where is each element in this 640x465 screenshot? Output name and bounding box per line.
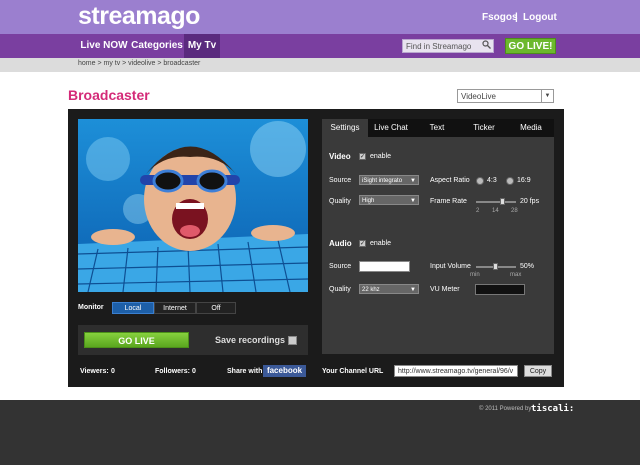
channel-url-label: Your Channel URL	[322, 368, 384, 375]
audio-quality-value: 22 khz	[362, 287, 380, 293]
monitor-label: Monitor	[78, 304, 104, 311]
vu-meter	[475, 284, 525, 295]
footer-copyright: © 2011 Powered by	[479, 406, 532, 412]
followers-count: 0	[192, 368, 196, 375]
save-recordings-checkbox[interactable]	[288, 336, 297, 345]
frame-rate-tick-max: 28	[511, 208, 518, 214]
video-source-value: iSight integrato	[362, 178, 403, 184]
input-volume-max: max	[510, 272, 522, 278]
share-label: Share with	[227, 368, 263, 375]
tab-ticker[interactable]: Ticker	[460, 119, 508, 137]
aspect-4-3-radio[interactable]	[476, 177, 484, 185]
monitor-off-button[interactable]: Off	[196, 302, 236, 314]
nav-item-my-tv[interactable]: My Tv	[184, 34, 220, 58]
copy-url-button[interactable]: Copy	[524, 365, 552, 377]
vu-meter-label: VU Meter	[430, 286, 460, 293]
tab-text[interactable]: Text	[414, 119, 460, 137]
monitor-local-button[interactable]: Local	[112, 302, 154, 314]
video-enable-label: enable	[370, 153, 392, 160]
aspect-4-3-label: 4:3	[487, 177, 497, 184]
go-live-top-button[interactable]: GO LIVE!	[505, 38, 556, 54]
tiscali-logo[interactable]: tiscali:	[531, 404, 574, 414]
user-name-link[interactable]: Fsogos	[482, 12, 518, 23]
audio-enable-checkbox[interactable]: ✓	[359, 240, 366, 247]
video-quality-label: Quality	[329, 198, 351, 205]
viewers-label: Viewers:	[80, 368, 109, 375]
audio-source-input[interactable]	[359, 261, 410, 272]
frame-rate-tick-mid: 14	[492, 208, 499, 214]
audio-heading: Audio	[329, 239, 352, 248]
video-enable-checkbox[interactable]: ✓	[359, 153, 366, 160]
search-icon[interactable]	[480, 40, 493, 52]
video-quality-select[interactable]: High ▼	[359, 195, 419, 205]
video-quality-value: High	[362, 198, 375, 204]
input-volume-slider-handle[interactable]	[493, 263, 498, 270]
page-title: Broadcaster	[68, 87, 150, 103]
frame-rate-slider-handle[interactable]	[500, 198, 505, 205]
video-source-label: Source	[329, 177, 352, 184]
channel-select-value: VideoLive	[461, 92, 496, 101]
audio-enable-label: enable	[370, 240, 392, 247]
frame-rate-slider[interactable]	[476, 201, 516, 203]
save-recordings-label: Save recordings	[215, 335, 286, 345]
monitor-internet-button[interactable]: Internet	[154, 302, 196, 314]
video-preview	[78, 119, 308, 292]
followers-label: Followers:	[155, 368, 191, 375]
aspect-16-9-radio[interactable]	[506, 177, 514, 185]
input-volume-value: 50%	[520, 263, 535, 270]
video-heading: Video	[329, 152, 351, 161]
chevron-down-icon: ▼	[410, 198, 416, 204]
nav-item-categories[interactable]: Categories	[130, 34, 184, 58]
logout-link[interactable]: Logout	[523, 12, 557, 23]
tab-settings[interactable]: Settings	[322, 119, 368, 137]
viewers-count: 0	[111, 368, 115, 375]
audio-quality-label: Quality	[329, 286, 351, 293]
input-volume-min: min	[470, 272, 480, 278]
tab-live-chat[interactable]: Live Chat	[368, 119, 414, 137]
channel-select[interactable]: VideoLive ▼	[457, 89, 554, 103]
frame-rate-value: 20 fps	[520, 198, 540, 205]
frame-rate-tick-min: 2	[476, 208, 480, 214]
nav-item-live-now[interactable]: Live NOW	[78, 34, 130, 58]
input-volume-label: Input Volume	[430, 263, 471, 270]
chevron-down-icon: ▼	[410, 178, 416, 184]
audio-quality-select[interactable]: 22 khz ▼	[359, 284, 419, 294]
go-live-button[interactable]: GO LIVE	[84, 332, 189, 348]
facebook-share-button[interactable]: facebook	[263, 365, 306, 377]
channel-url-field[interactable]: http://www.streamago.tv/general/96/v	[394, 365, 518, 377]
tab-media[interactable]: Media	[508, 119, 554, 137]
aspect-ratio-label: Aspect Ratio	[430, 177, 470, 184]
chevron-down-icon: ▼	[410, 287, 416, 293]
frame-rate-label: Frame Rate	[430, 198, 467, 205]
aspect-16-9-label: 16:9	[517, 177, 531, 184]
video-source-select[interactable]: iSight integrato ▼	[359, 175, 419, 185]
brand-logo[interactable]: streamago	[78, 2, 200, 31]
breadcrumb[interactable]: home > my tv > videolive > broadcaster	[78, 60, 200, 67]
settings-pane	[322, 137, 554, 354]
user-separator: |	[515, 12, 518, 23]
chevron-down-icon: ▼	[541, 90, 553, 102]
audio-source-label: Source	[329, 263, 352, 270]
